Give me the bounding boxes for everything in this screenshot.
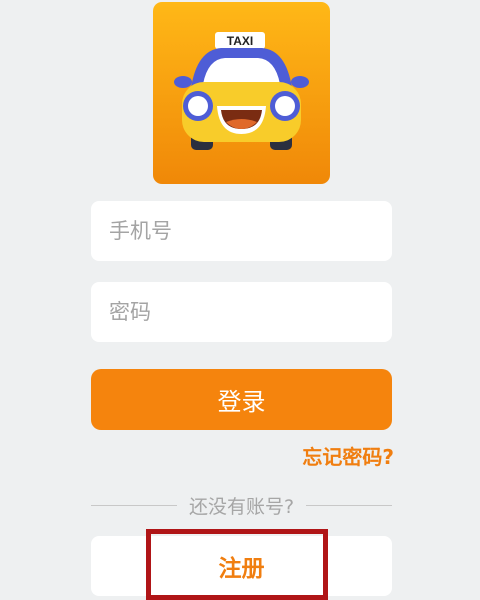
register-button[interactable]: 注册 bbox=[91, 536, 392, 596]
phone-field[interactable] bbox=[91, 201, 392, 261]
forgot-password-link[interactable]: 忘记密码? bbox=[302, 441, 394, 470]
taxi-sign-text: TAXI bbox=[227, 34, 253, 48]
login-screen: TAXI 登录 忘记密码? bbox=[0, 0, 480, 600]
password-input[interactable] bbox=[107, 299, 376, 325]
password-field[interactable] bbox=[91, 282, 392, 342]
app-logo: TAXI bbox=[153, 2, 330, 184]
taxi-icon: TAXI bbox=[153, 2, 330, 184]
phone-input[interactable] bbox=[107, 218, 376, 244]
divider-line-right bbox=[306, 504, 392, 506]
divider-line-left bbox=[91, 504, 177, 506]
no-account-text: 还没有账号? bbox=[188, 495, 295, 518]
divider: 还没有账号? bbox=[91, 492, 392, 518]
login-button[interactable]: 登录 bbox=[91, 369, 392, 430]
